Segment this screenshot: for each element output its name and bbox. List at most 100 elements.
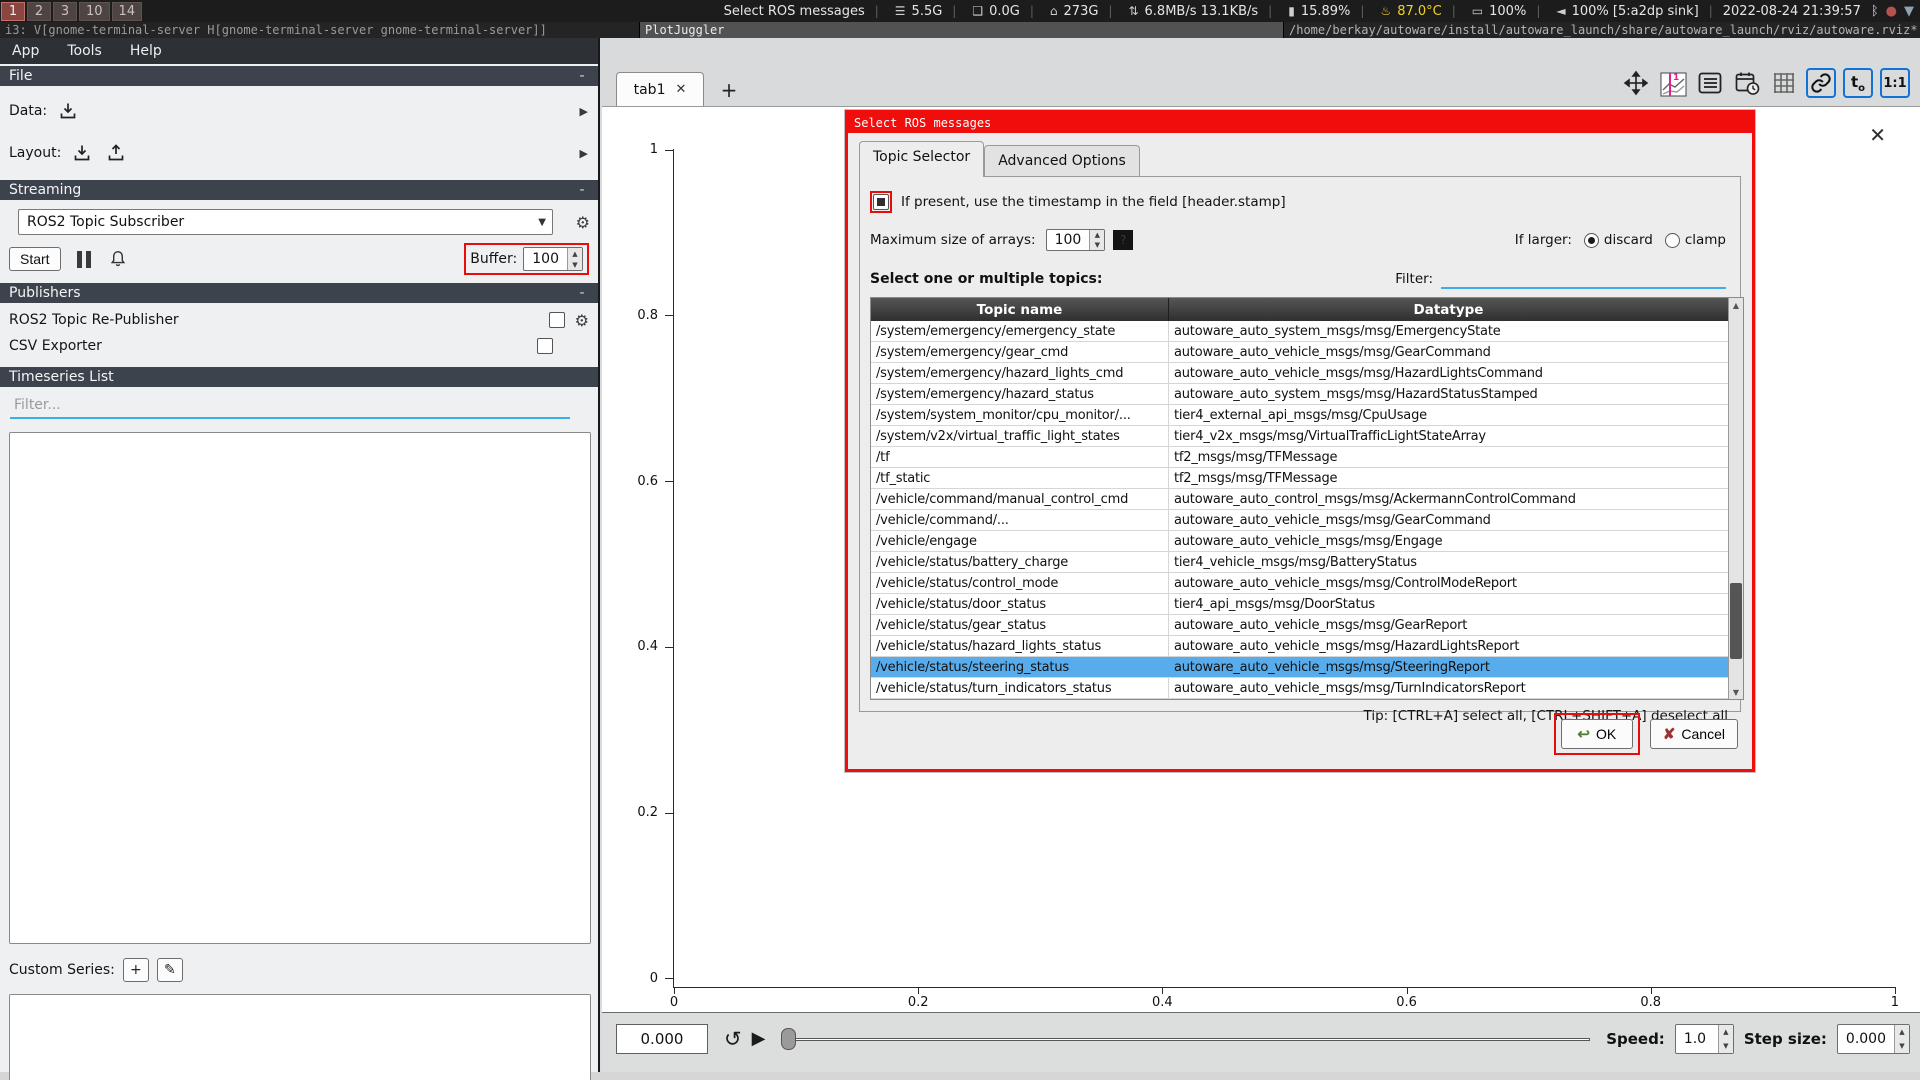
link-ranges-icon[interactable] [1806, 68, 1836, 98]
scroll-up-icon[interactable]: ▲ [1729, 298, 1743, 312]
cancel-x-icon: ✘ [1663, 725, 1676, 743]
step-size-spinbox[interactable]: 0.000 ▲▼ [1837, 1024, 1910, 1054]
table-row[interactable]: /vehicle/engage autoware_auto_vehicle_ms… [871, 531, 1743, 552]
add-custom-series-button[interactable]: + [123, 958, 149, 982]
table-scrollbar[interactable]: ▲ ▼ [1728, 298, 1743, 699]
terminal-window-title[interactable]: i3: V[gnome-terminal-server H[gnome-term… [0, 22, 640, 38]
slider-handle[interactable] [781, 1028, 796, 1050]
time-slider[interactable] [781, 1027, 1590, 1051]
ratio-one-to-one-icon[interactable]: 1:1 [1880, 68, 1910, 98]
collapse-button[interactable]: - [575, 68, 589, 84]
workspace-button[interactable]: 1 [1, 2, 25, 21]
i3-title-row: i3: V[gnome-terminal-server H[gnome-term… [0, 22, 1920, 38]
workspace-button[interactable]: 3 [53, 2, 77, 21]
table-row[interactable]: /vehicle/status/gear_status autoware_aut… [871, 615, 1743, 636]
scroll-down-icon[interactable]: ▼ [1729, 685, 1743, 699]
x-tick-label: 0.4 [1140, 995, 1184, 1010]
table-row[interactable]: /vehicle/command/... autoware_auto_vehic… [871, 510, 1743, 531]
table-row[interactable]: /vehicle/status/door_status tier4_api_ms… [871, 594, 1743, 615]
table-row[interactable]: /vehicle/status/hazard_lights_status aut… [871, 636, 1743, 657]
layout-expand-arrow[interactable]: ▶ [580, 147, 588, 160]
close-tab-icon[interactable]: ✕ [675, 82, 686, 97]
table-row[interactable]: /vehicle/command/manual_control_cmd auto… [871, 489, 1743, 510]
time-offset-icon[interactable]: to [1843, 68, 1873, 98]
tracker-line-icon[interactable]: 1 [1658, 68, 1688, 98]
custom-series-box[interactable] [9, 994, 591, 1080]
topic-filter-input[interactable] [1441, 269, 1726, 289]
discard-radio-option[interactable]: discard [1584, 232, 1653, 248]
table-row[interactable]: /vehicle/status/turn_indicators_status a… [871, 678, 1743, 699]
timestamp-checkbox[interactable] [873, 194, 889, 210]
max-arrays-spinbox[interactable]: 100 ▲▼ [1046, 229, 1106, 251]
table-row[interactable]: /tf_static tf2_msgs/msg/TFMessage [871, 468, 1743, 489]
streaming-plugin-select[interactable]: ROS2 Topic Subscriber ▼ [18, 209, 553, 235]
radio-discard[interactable] [1584, 233, 1599, 248]
load-layout-button[interactable] [69, 141, 95, 165]
dropdown-indicator-icon[interactable]: ▼ [1904, 4, 1914, 19]
tab-tab1[interactable]: tab1 ✕ [616, 72, 704, 106]
topics-filter-row: Select one or multiple topics: Filter: [870, 269, 1732, 289]
help-button[interactable]: ? [1113, 230, 1133, 250]
tab-advanced-options[interactable]: Advanced Options [984, 145, 1140, 177]
dialog-title-bar[interactable]: Select ROS messages [848, 113, 1752, 133]
save-layout-button[interactable] [103, 141, 129, 165]
menu-item[interactable]: Tools [67, 43, 102, 59]
spin-up-icon: ▲ [568, 248, 582, 259]
spin-up-icon: ▲ [1090, 230, 1104, 240]
table-row[interactable]: /system/system_monitor/cpu_monitor/... t… [871, 405, 1743, 426]
table-row[interactable]: /system/emergency/hazard_status autoware… [871, 384, 1743, 405]
editor-window-title[interactable]: /home/berkay/autoware/install/autoware_l… [1284, 22, 1920, 38]
cancel-button[interactable]: ✘ Cancel [1650, 719, 1738, 749]
plotjuggler-window-title[interactable]: PlotJuggler [640, 22, 1284, 38]
datetime-icon[interactable] [1732, 68, 1762, 98]
bluetooth-icon[interactable]: ᛒ [1871, 4, 1879, 19]
workspace-button[interactable]: 10 [79, 2, 110, 21]
tab-topic-selector[interactable]: Topic Selector [859, 141, 984, 177]
table-row[interactable]: /system/emergency/gear_cmd autoware_auto… [871, 342, 1743, 363]
start-button[interactable]: Start [9, 247, 61, 271]
scrollbar-thumb[interactable] [1730, 583, 1742, 659]
new-tab-button[interactable]: + [714, 76, 744, 104]
timeseries-filter-input[interactable] [10, 393, 570, 419]
clamp-radio-option[interactable]: clamp [1665, 232, 1726, 248]
menu-item[interactable]: App [12, 43, 39, 59]
table-row[interactable]: /vehicle/status/steering_status autoware… [871, 657, 1743, 678]
collapse-button[interactable]: - [575, 182, 589, 198]
list-view-icon[interactable] [1695, 68, 1725, 98]
streaming-settings-gear-icon[interactable]: ⚙ [576, 213, 590, 232]
edit-custom-series-button[interactable]: ✎ [157, 958, 183, 982]
table-row[interactable]: /system/emergency/emergency_state autowa… [871, 321, 1743, 342]
workspace-button[interactable]: 14 [112, 2, 143, 21]
speed-spinbox[interactable]: 1.0 ▲▼ [1675, 1024, 1734, 1054]
table-row[interactable]: /system/emergency/hazard_lights_cmd auto… [871, 363, 1743, 384]
column-header-topic[interactable]: Topic name [871, 298, 1169, 321]
table-row[interactable]: /system/v2x/virtual_traffic_light_states… [871, 426, 1743, 447]
play-icon[interactable]: ▶ [752, 1028, 766, 1049]
buffer-spinbox[interactable]: 100 ▲▼ [523, 247, 583, 271]
notifications-bell-icon[interactable] [105, 247, 131, 271]
table-row[interactable]: /tf tf2_msgs/msg/TFMessage [871, 447, 1743, 468]
republisher-checkbox[interactable] [549, 312, 565, 328]
menu-item[interactable]: Help [130, 43, 162, 59]
collapse-button[interactable]: - [575, 285, 589, 301]
loop-icon[interactable]: ↺ [724, 1027, 742, 1051]
workspace-button[interactable]: 2 [27, 2, 51, 21]
csv-exporter-checkbox[interactable] [537, 338, 553, 354]
publisher-row: CSV Exporter [0, 333, 598, 359]
timeseries-list-box[interactable] [9, 432, 591, 944]
app-indicator-icon[interactable]: ● [1886, 4, 1897, 19]
time-display[interactable]: 0.000 [616, 1024, 708, 1054]
table-row[interactable]: /vehicle/status/battery_charge tier4_veh… [871, 552, 1743, 573]
grid-layout-icon[interactable] [1769, 68, 1799, 98]
column-header-datatype[interactable]: Datatype [1169, 298, 1729, 321]
pan-move-icon[interactable] [1621, 68, 1651, 98]
load-data-button[interactable] [55, 99, 81, 123]
slider-track [781, 1038, 1590, 1041]
republisher-gear-icon[interactable]: ⚙ [575, 311, 589, 330]
table-row[interactable]: /vehicle/status/control_mode autoware_au… [871, 573, 1743, 594]
pause-icon[interactable] [77, 251, 91, 268]
data-expand-arrow[interactable]: ▶ [580, 105, 588, 118]
ok-button[interactable]: ↩ OK [1561, 719, 1633, 749]
radio-clamp[interactable] [1665, 233, 1680, 248]
close-icon[interactable]: ✕ [1869, 123, 1886, 147]
